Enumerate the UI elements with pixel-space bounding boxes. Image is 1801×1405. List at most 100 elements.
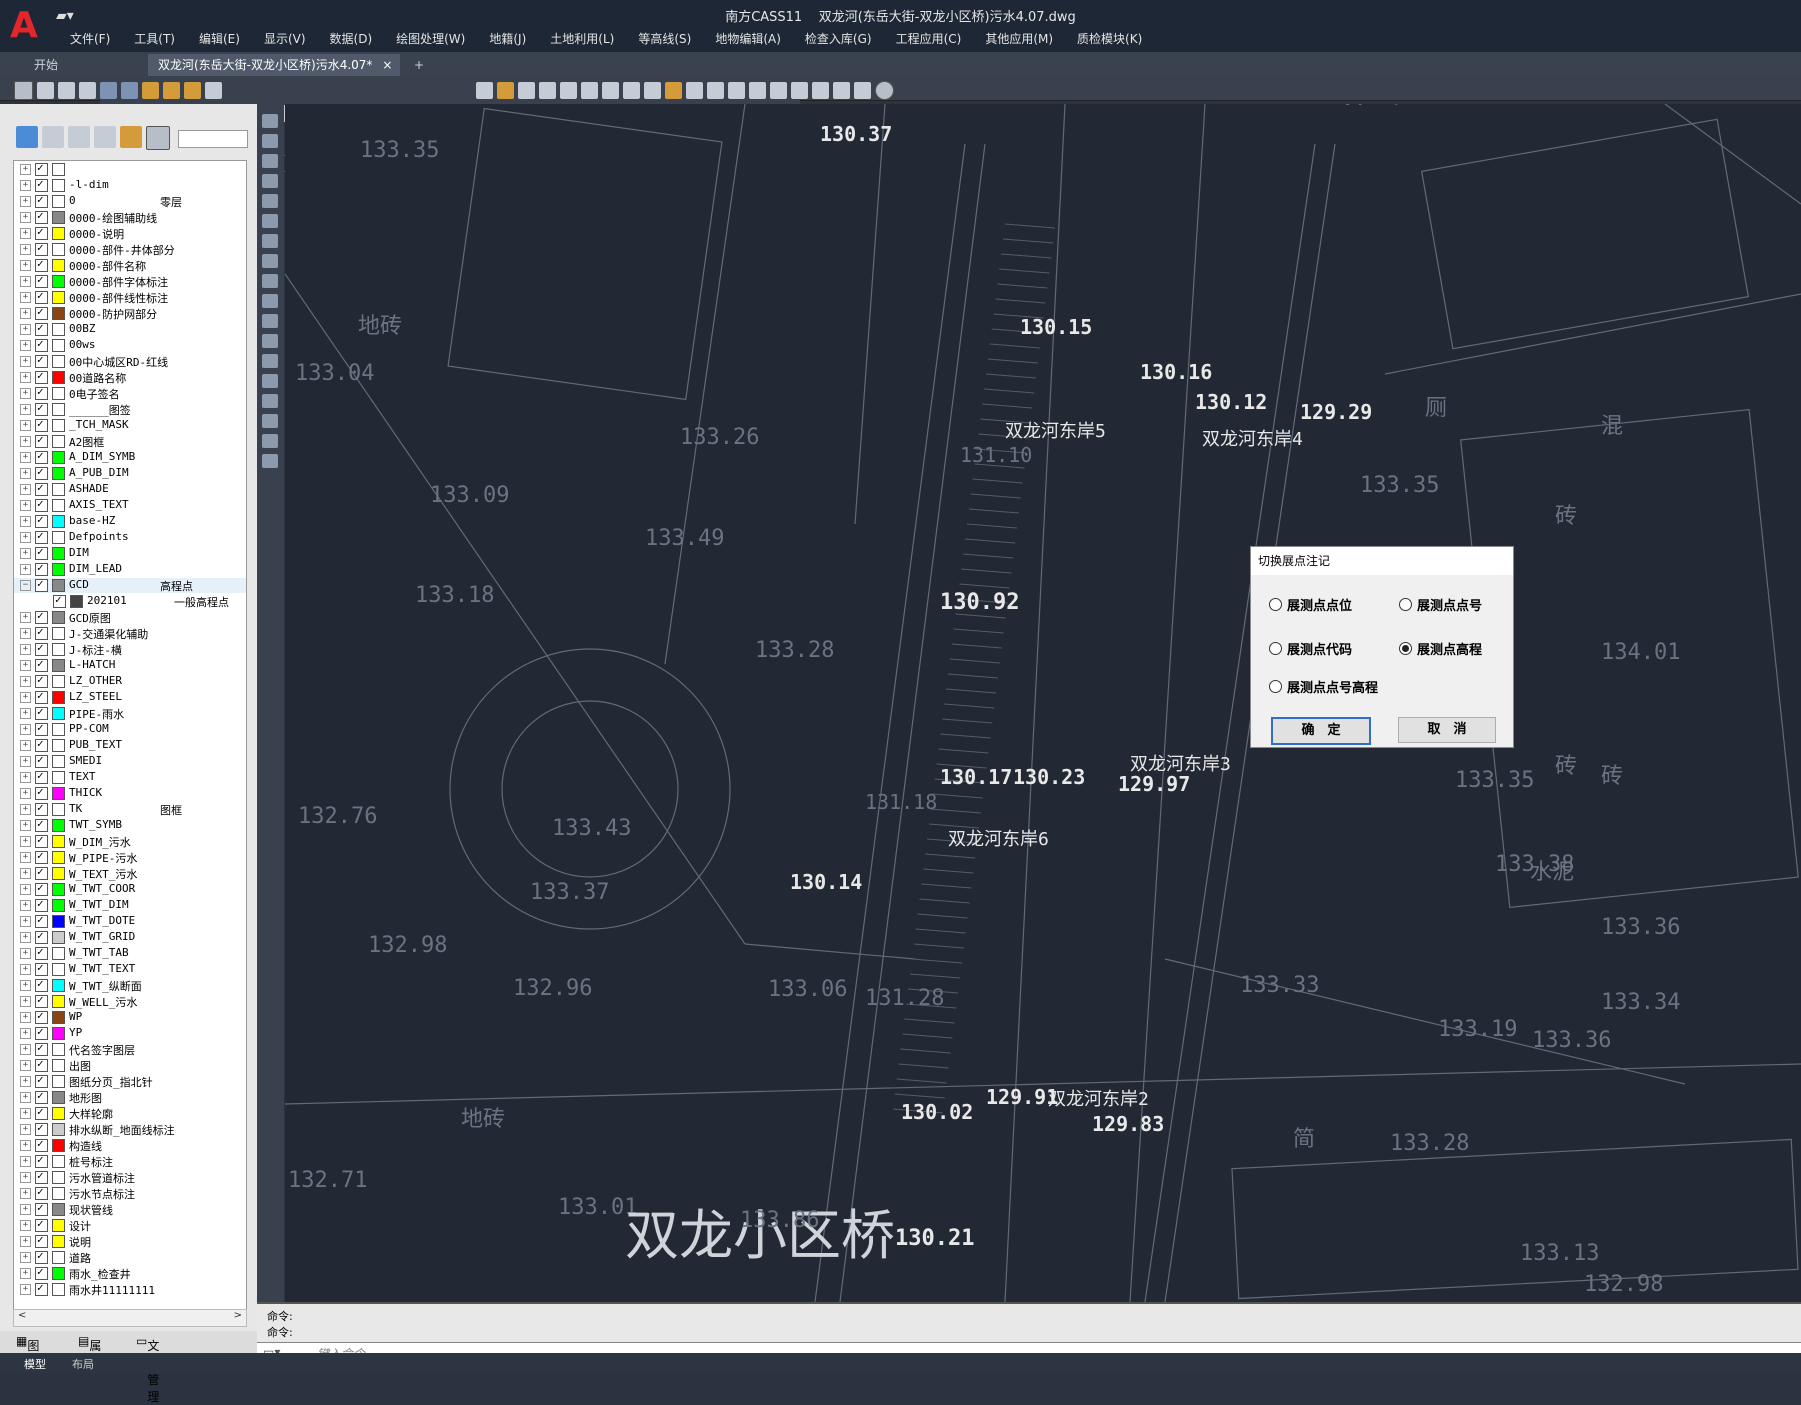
pencil-icon[interactable] bbox=[770, 81, 787, 99]
layer-row[interactable]: + 出图 bbox=[14, 1057, 246, 1073]
layer-visible-checkbox[interactable] bbox=[35, 481, 48, 496]
layer-row[interactable]: + YP bbox=[14, 1025, 246, 1041]
layer-row[interactable]: + _TCH_MASK bbox=[14, 417, 246, 433]
layer-color-swatch[interactable] bbox=[52, 323, 65, 336]
layer-row[interactable]: + W_TEXT_污水 bbox=[14, 865, 246, 881]
expand-icon[interactable]: + bbox=[20, 340, 31, 351]
layer-visible-checkbox[interactable] bbox=[35, 1025, 48, 1040]
color-square-icon[interactable] bbox=[205, 81, 222, 99]
expand-icon[interactable]: + bbox=[20, 484, 31, 495]
layer-row[interactable]: + AXIS_TEXT bbox=[14, 497, 246, 513]
layer-visible-checkbox[interactable] bbox=[35, 209, 48, 224]
layer-props-icon[interactable] bbox=[100, 81, 117, 99]
vertical-tool-icon[interactable] bbox=[262, 354, 278, 368]
layer-visible-checkbox[interactable] bbox=[35, 945, 48, 960]
layer-color-swatch[interactable] bbox=[52, 1011, 65, 1024]
radio-circle[interactable] bbox=[1269, 642, 1282, 655]
layer-visible-checkbox[interactable] bbox=[35, 929, 48, 944]
new-tab-button[interactable]: + bbox=[404, 54, 434, 76]
layer-row[interactable]: + A_DIM_SYMB bbox=[14, 449, 246, 465]
ok-button[interactable]: 确 定 bbox=[1271, 717, 1371, 745]
layer-color-swatch[interactable] bbox=[52, 899, 65, 912]
layer-search-input[interactable] bbox=[178, 130, 248, 148]
layer-color-swatch[interactable] bbox=[52, 211, 65, 224]
layer-color-swatch[interactable] bbox=[52, 755, 65, 768]
expand-icon[interactable]: + bbox=[20, 916, 31, 927]
layer-visible-checkbox[interactable] bbox=[35, 897, 48, 912]
layer-visible-checkbox[interactable] bbox=[53, 593, 66, 608]
layer-color-swatch[interactable] bbox=[52, 611, 65, 624]
layer-color-swatch[interactable] bbox=[52, 563, 65, 576]
layer-row[interactable]: + TK 图框 bbox=[14, 801, 246, 817]
layer-color-swatch[interactable] bbox=[52, 275, 65, 288]
expand-icon[interactable]: + bbox=[20, 724, 31, 735]
layer-visible-checkbox[interactable] bbox=[35, 785, 48, 800]
layer-visible-checkbox[interactable] bbox=[35, 657, 48, 672]
layer-color-swatch[interactable] bbox=[52, 1155, 65, 1168]
radio-point-position[interactable]: 展测点点位 bbox=[1269, 595, 1352, 614]
layer-visible-checkbox[interactable] bbox=[35, 369, 48, 384]
layer-row[interactable]: + J-标注-横 bbox=[14, 641, 246, 657]
expand-icon[interactable]: + bbox=[20, 948, 31, 959]
vertical-tool-icon[interactable] bbox=[262, 334, 278, 348]
layer-row[interactable]: +0 零层 bbox=[14, 193, 246, 209]
layer-row[interactable]: + base-HZ bbox=[14, 513, 246, 529]
tab-model[interactable]: 模型 bbox=[24, 1356, 46, 1372]
layer-visible-checkbox[interactable] bbox=[35, 1041, 48, 1056]
layer-color-swatch[interactable] bbox=[52, 627, 65, 640]
layer-row[interactable]: + J-交通渠化辅助 bbox=[14, 625, 246, 641]
expand-icon[interactable]: + bbox=[20, 644, 31, 655]
expand-icon[interactable]: + bbox=[20, 676, 31, 687]
layer-color-swatch[interactable] bbox=[52, 291, 65, 304]
layer-visible-checkbox[interactable] bbox=[35, 1169, 48, 1184]
layer-color-swatch[interactable] bbox=[52, 531, 65, 544]
layer-visible-checkbox[interactable] bbox=[35, 1185, 48, 1200]
layer-visible-checkbox[interactable] bbox=[35, 977, 48, 992]
layer-visible-checkbox[interactable] bbox=[35, 273, 48, 288]
layer-row[interactable]: + LZ_STEEL bbox=[14, 689, 246, 705]
layer-color-swatch[interactable] bbox=[52, 547, 65, 560]
zoom-previous-icon[interactable] bbox=[644, 81, 661, 99]
zoom-icon[interactable] bbox=[581, 81, 598, 99]
expand-icon[interactable]: + bbox=[20, 1028, 31, 1039]
expand-icon[interactable]: + bbox=[20, 1172, 31, 1183]
expand-icon[interactable]: + bbox=[20, 868, 31, 879]
layer-row[interactable]: + W_TWT_纵断面 bbox=[14, 977, 246, 993]
layer-visible-checkbox[interactable] bbox=[35, 321, 48, 336]
layer-color-swatch[interactable] bbox=[52, 659, 65, 672]
layer-visible-checkbox[interactable] bbox=[35, 177, 48, 192]
scroll-left-icon[interactable]: < bbox=[18, 1310, 26, 1321]
layer-visible-checkbox[interactable] bbox=[35, 1057, 48, 1072]
layer-visible-checkbox[interactable] bbox=[35, 257, 48, 272]
lock-icon[interactable] bbox=[184, 81, 201, 99]
layer-list-scrollbar[interactable]: < > bbox=[13, 1309, 247, 1327]
expand-icon[interactable]: + bbox=[20, 1204, 31, 1215]
vertical-tool-icon[interactable] bbox=[262, 294, 278, 308]
layer-row[interactable]: + W_TWT_DOTE bbox=[14, 913, 246, 929]
layer-visible-checkbox[interactable] bbox=[35, 753, 48, 768]
regen-icon[interactable] bbox=[665, 81, 682, 99]
expand-icon[interactable]: + bbox=[20, 212, 31, 223]
layer-row[interactable]: + 污水节点标注 bbox=[14, 1185, 246, 1201]
layer-visible-checkbox[interactable] bbox=[35, 1201, 48, 1216]
open-icon[interactable] bbox=[497, 81, 514, 99]
layer-color-swatch[interactable] bbox=[52, 835, 65, 848]
layer-row[interactable]: +0000-绘图辅助线 bbox=[14, 209, 246, 225]
expand-icon[interactable]: + bbox=[20, 660, 31, 671]
vertical-tool-icon[interactable] bbox=[262, 214, 278, 228]
expand-icon[interactable]: + bbox=[20, 276, 31, 287]
radio-point-number-elevation[interactable]: 展测点点号高程 bbox=[1269, 677, 1378, 696]
tab-layout[interactable]: 布局 bbox=[72, 1356, 94, 1372]
layer-row[interactable]: + ______图签 bbox=[14, 401, 246, 417]
bulb-icon[interactable] bbox=[142, 81, 159, 99]
layer-visible-checkbox[interactable] bbox=[35, 865, 48, 880]
layer-color-swatch[interactable] bbox=[52, 803, 65, 816]
expand-icon[interactable]: + bbox=[20, 932, 31, 943]
expand-icon[interactable]: + bbox=[20, 1012, 31, 1023]
layer-row[interactable]: + PUB_TEXT bbox=[14, 737, 246, 753]
expand-icon[interactable]: + bbox=[20, 260, 31, 271]
tab-drawing[interactable]: 双龙河(东岳大街-双龙小区桥)污水4.07* × bbox=[148, 54, 401, 76]
layer-color-swatch[interactable] bbox=[52, 1139, 65, 1152]
vertical-tool-icon[interactable] bbox=[262, 414, 278, 428]
expand-icon[interactable]: + bbox=[20, 1236, 31, 1247]
